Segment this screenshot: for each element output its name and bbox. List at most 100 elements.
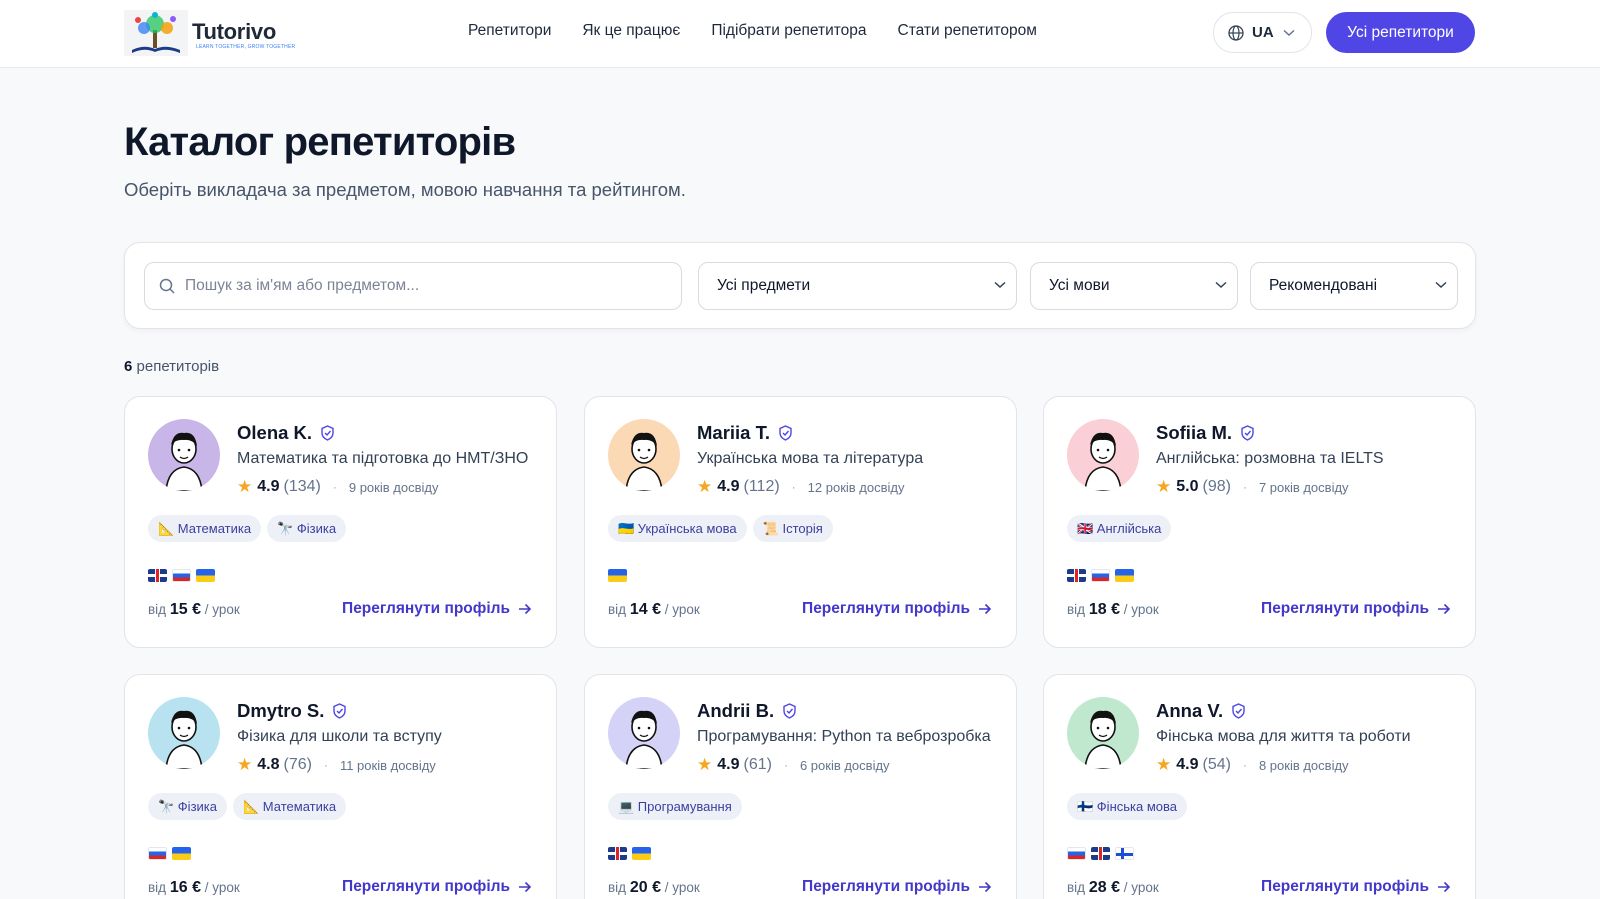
price-suffix: / урок (1123, 880, 1159, 895)
nav-tutors[interactable]: Репетитори (468, 22, 551, 40)
nav-find-tutor[interactable]: Підібрати репетитора (711, 22, 866, 40)
flag-ua-icon (196, 569, 215, 582)
flag-fi-icon (1115, 847, 1134, 860)
results-count-label: репетиторів (136, 358, 220, 375)
arrow-right-icon (979, 881, 992, 893)
tutor-subject: Англійська: розмовна та IELTS (1156, 450, 1384, 467)
tutor-name[interactable]: Olena K. (237, 422, 312, 444)
subject-tag: 🇬🇧 Англійська (1067, 515, 1172, 542)
verified-badge-icon (1232, 703, 1245, 719)
price-prefix: від (1067, 880, 1086, 895)
avatar (148, 697, 220, 769)
verified-badge-icon (1241, 425, 1254, 441)
view-profile-link[interactable]: Переглянути профіль (1261, 878, 1451, 896)
nav-how-it-works[interactable]: Як це працює (582, 22, 680, 40)
arrow-right-icon (519, 603, 532, 615)
tutor-card[interactable]: Anna V. Фінська мова для життя та роботи ★… (1043, 674, 1476, 899)
rating-value: 4.9 (717, 478, 740, 495)
chevron-down-icon (1215, 281, 1227, 289)
view-profile-label: Переглянути профіль (342, 600, 510, 617)
arrow-right-icon (1438, 603, 1451, 615)
site-header: Tutorivo LEARN TOGETHER, GROW TOGETHER Р… (0, 0, 1600, 68)
tutor-card[interactable]: Dmytro S. Фізика для школи та вступу ★ 4.8(… (124, 674, 557, 899)
tutor-subject: Українська мова та література (697, 450, 924, 467)
separator-dot: · (783, 758, 788, 772)
subject-tag: 📐 Математика (148, 515, 262, 542)
subject-tags: 📐 Математика 🔭 Фізика (148, 515, 347, 542)
teaching-languages (1067, 569, 1134, 582)
search-input[interactable]: Пошук за ім'ям або предметом... (144, 262, 682, 310)
tutor-rating: ★ 4.9 (134) · 9 років досвіду (237, 477, 438, 497)
experience: 9 років досвіду (348, 479, 439, 495)
tutor-card[interactable]: Olena K. Математика та підготовка до НМТ/… (124, 396, 557, 648)
view-profile-link[interactable]: Переглянути профіль (802, 600, 992, 618)
tutor-name-row: Andrii B. (697, 700, 797, 722)
language-select-value: Усі мови (1049, 277, 1110, 294)
view-profile-link[interactable]: Переглянути профіль (802, 878, 992, 896)
subject-tag: 🔭 Фізика (267, 515, 347, 542)
price-value: 28 € (1088, 879, 1120, 896)
review-count: (112) (743, 478, 780, 495)
price: від 15 € / урок (148, 601, 240, 619)
avatar (608, 697, 680, 769)
separator-dot: · (791, 480, 796, 494)
price-prefix: від (148, 602, 167, 617)
avatar-illustration-icon (625, 432, 663, 491)
price-suffix: / урок (664, 602, 700, 617)
tutor-name[interactable]: Anna V. (1156, 700, 1223, 722)
tutor-name[interactable]: Dmytro S. (237, 700, 324, 722)
globe-icon (1228, 24, 1244, 41)
price-prefix: від (608, 602, 627, 617)
nav-become-tutor[interactable]: Стати репетитором (898, 22, 1037, 40)
rating-value: 4.9 (257, 478, 280, 495)
view-profile-link[interactable]: Переглянути профіль (342, 878, 532, 896)
rating-value: 4.8 (257, 756, 280, 773)
tutor-rating: ★ 4.9 (112) · 12 років досвіду (697, 477, 905, 497)
chevron-down-icon (994, 281, 1006, 289)
sort-select[interactable]: Рекомендовані (1250, 262, 1458, 310)
all-tutors-button[interactable]: Усі репетитори (1326, 12, 1475, 53)
logo-tagline: LEARN TOGETHER, GROW TOGETHER (196, 44, 296, 50)
teaching-languages (608, 569, 627, 582)
language-switcher[interactable]: UA (1213, 12, 1312, 53)
star-icon: ★ (697, 755, 713, 774)
price: від 16 € / урок (148, 879, 240, 897)
price-value: 15 € (169, 601, 201, 618)
verified-badge-icon (321, 425, 334, 441)
tutor-name-row: Mariia T. (697, 422, 793, 444)
star-icon: ★ (237, 755, 253, 774)
price: від 28 € / урок (1067, 879, 1159, 897)
subject-tag: 📐 Математика (233, 793, 347, 820)
rating-value: 4.9 (717, 756, 740, 773)
logo[interactable]: Tutorivo LEARN TOGETHER, GROW TOGETHER (124, 8, 295, 58)
tutor-card[interactable]: Sofiia M. Англійська: розмовна та IELTS ★ 5… (1043, 396, 1476, 648)
price-suffix: / урок (664, 880, 700, 895)
subject-tag: 🇫🇮 Фінська мова (1067, 793, 1187, 820)
view-profile-link[interactable]: Переглянути профіль (342, 600, 532, 618)
subject-tags: 💻 Програмування (608, 793, 742, 820)
teaching-languages (148, 847, 191, 860)
tutor-subject: Фінська мова для життя та роботи (1156, 728, 1411, 745)
tutor-name[interactable]: Sofiia M. (1156, 422, 1232, 444)
tutor-card[interactable]: Andrii B. Програмування: Python та веброз… (584, 674, 1017, 899)
tutor-name[interactable]: Mariia T. (697, 422, 770, 444)
chevron-down-icon (1283, 29, 1295, 36)
logo-text: Tutorivo (192, 19, 276, 44)
star-icon: ★ (1156, 755, 1172, 774)
subject-select-value: Усі предмети (717, 277, 811, 294)
avatar-illustration-icon (625, 710, 663, 769)
view-profile-link[interactable]: Переглянути профіль (1261, 600, 1451, 618)
view-profile-label: Переглянути профіль (802, 600, 970, 617)
subject-select[interactable]: Усі предмети (698, 262, 1017, 310)
flag-ua-icon (608, 569, 627, 582)
experience: 11 років досвіду (339, 757, 436, 773)
arrow-right-icon (519, 881, 532, 893)
language-select[interactable]: Усі мови (1030, 262, 1238, 310)
subject-tag: 📜 Історія (752, 515, 833, 542)
flag-ru-icon (1091, 569, 1110, 582)
separator-dot: · (323, 758, 328, 772)
tutor-card[interactable]: Mariia T. Українська мова та література ★ 4… (584, 396, 1017, 648)
tutor-name[interactable]: Andrii B. (697, 700, 774, 722)
experience: 12 років досвіду (807, 479, 905, 495)
tutor-rating: ★ 4.9 (61) · 6 років досвіду (697, 755, 890, 775)
